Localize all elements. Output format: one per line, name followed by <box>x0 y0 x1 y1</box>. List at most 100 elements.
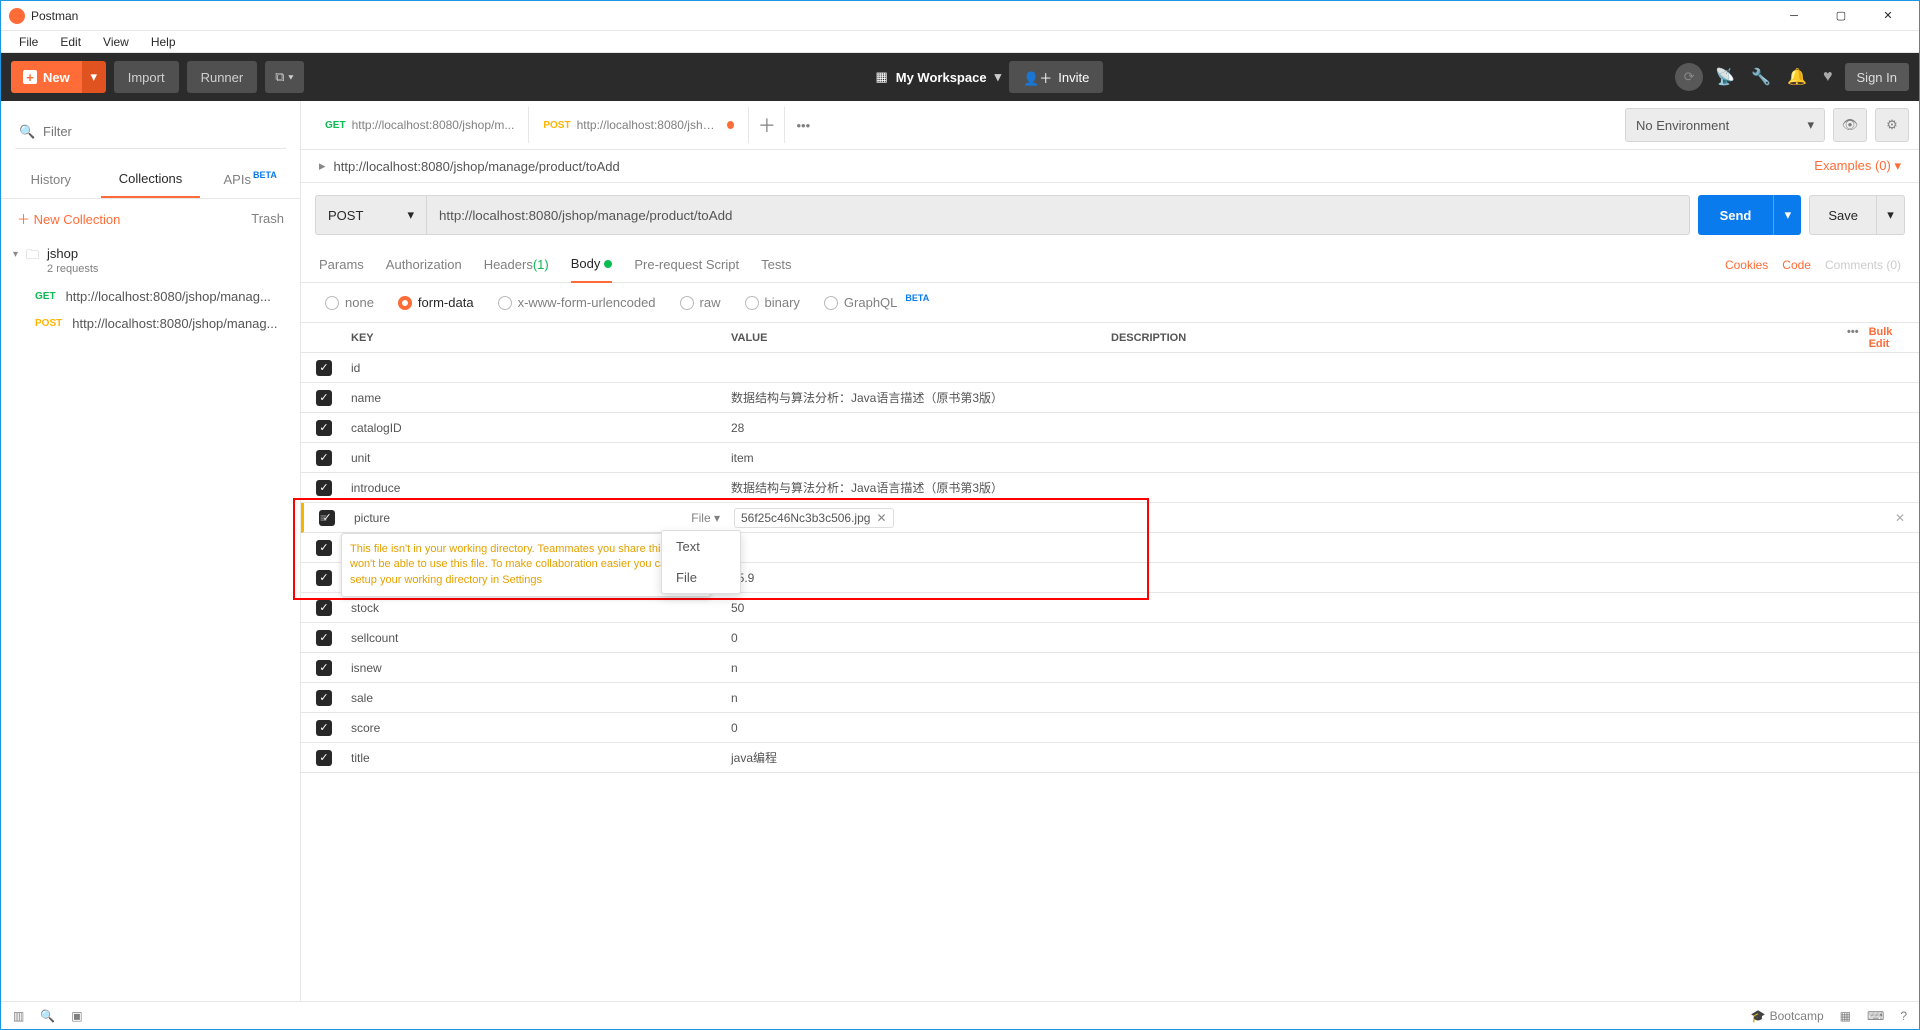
new-button-dropdown[interactable]: ▾ <box>82 61 106 93</box>
table-row[interactable]: ✓unititem <box>301 443 1919 473</box>
file-chip[interactable]: 56f25c46Nc3b3c506.jpg✕ <box>734 508 894 528</box>
row-value[interactable]: 28 <box>731 421 744 435</box>
row-value[interactable]: java编程 <box>731 751 777 765</box>
method-select[interactable]: POST ▾ <box>315 195 427 235</box>
row-value[interactable]: item <box>731 451 754 465</box>
send-button[interactable]: Send <box>1698 195 1774 235</box>
table-row[interactable]: ✓score0 <box>301 713 1919 743</box>
row-checkbox[interactable]: ✓ <box>316 390 332 406</box>
examples-link[interactable]: Examples (0) ▾ <box>1814 158 1901 174</box>
row-key[interactable]: catalogID <box>351 421 402 435</box>
table-row[interactable]: ✓ stock 50 <box>301 593 1919 623</box>
help-icon[interactable]: ? <box>1900 1009 1907 1023</box>
row-value[interactable]: n <box>731 691 738 705</box>
shortcuts-icon[interactable]: ⌨ <box>1867 1009 1884 1023</box>
bodytype-none[interactable]: none <box>325 295 374 310</box>
reqtab-prerequest[interactable]: Pre-request Script <box>634 247 739 283</box>
reqtab-tests[interactable]: Tests <box>761 247 791 283</box>
sidebar-tab-collections[interactable]: Collections <box>101 161 201 198</box>
save-button[interactable]: Save <box>1809 195 1877 235</box>
table-more-icon[interactable]: ••• <box>1847 326 1859 350</box>
cookies-link[interactable]: Cookies <box>1725 258 1768 272</box>
env-quicklook-button[interactable]: 👁 <box>1833 108 1867 142</box>
row-key[interactable]: sellcount <box>351 631 398 645</box>
row-key[interactable]: id <box>351 361 360 375</box>
bulk-edit-link[interactable]: Bulk Edit <box>1869 326 1905 350</box>
row-key[interactable]: stock <box>351 601 379 615</box>
drag-handle-icon[interactable]: ≡ <box>320 511 327 525</box>
panel-layout-icon[interactable]: ▦ <box>1840 1009 1851 1023</box>
row-checkbox[interactable]: ✓ <box>316 570 332 586</box>
tab-more-button[interactable]: ••• <box>785 118 821 133</box>
row-value[interactable]: n <box>731 661 738 675</box>
table-row[interactable]: ✓ isnew n <box>301 653 1919 683</box>
new-collection-link[interactable]: ＋ New Collection <box>17 209 120 228</box>
reqtab-params[interactable]: Params <box>319 247 364 283</box>
bodytype-formdata[interactable]: form-data <box>398 295 474 310</box>
new-button[interactable]: +New <box>11 61 82 93</box>
environment-select[interactable]: No Environment ▾ <box>1625 108 1825 142</box>
row-checkbox[interactable]: ✓ <box>316 750 332 766</box>
sidebar-tab-apis[interactable]: APIsBETA <box>200 161 300 198</box>
menu-file[interactable]: File <box>9 33 48 51</box>
table-row[interactable]: ✓ id <box>301 353 1919 383</box>
sidebar-toggle-icon[interactable]: ▥ <box>13 1009 24 1023</box>
collection-item[interactable]: ▾ 🗀 jshop 2 requests <box>1 238 300 283</box>
table-row[interactable]: ✓ sale n <box>301 683 1919 713</box>
trash-link[interactable]: Trash <box>251 211 284 226</box>
window-maximize-button[interactable]: ▢ <box>1818 2 1864 30</box>
console-icon[interactable]: ▣ <box>71 1009 82 1023</box>
row-checkbox[interactable]: ✓ <box>316 600 332 616</box>
add-tab-button[interactable]: ＋ <box>749 107 785 143</box>
window-close-button[interactable]: ✕ <box>1865 2 1911 30</box>
url-input[interactable] <box>427 195 1690 235</box>
sidebar-tab-history[interactable]: History <box>1 161 101 198</box>
row-value[interactable]: 数据结构与算法分析：Java语言描述（原书第3版） <box>731 391 1003 405</box>
row-value[interactable]: 50 <box>731 601 744 615</box>
workspace-dropdown-icon[interactable]: ▾ <box>995 69 1002 85</box>
menu-edit[interactable]: Edit <box>50 33 91 51</box>
find-icon[interactable]: 🔍 <box>40 1009 55 1023</box>
bodytype-binary[interactable]: binary <box>745 295 800 310</box>
runner-button[interactable]: Runner <box>187 61 258 93</box>
signin-button[interactable]: Sign In <box>1845 63 1909 91</box>
reqtab-body[interactable]: Body <box>571 247 613 283</box>
row-key[interactable]: score <box>351 721 380 735</box>
heart-icon[interactable]: ♥ <box>1819 64 1837 90</box>
row-checkbox[interactable]: ✓ <box>316 720 332 736</box>
send-dropdown-button[interactable]: ▾ <box>1773 195 1801 235</box>
row-checkbox[interactable]: ✓ <box>316 480 332 496</box>
request-item-get[interactable]: GET http://localhost:8080/jshop/manag... <box>1 283 300 310</box>
reqtab-headers[interactable]: Headers (1) <box>484 247 549 283</box>
row-checkbox[interactable]: ✓ <box>316 540 332 556</box>
menu-view[interactable]: View <box>93 33 139 51</box>
bodytype-urlencoded[interactable]: x-www-form-urlencoded <box>498 295 656 310</box>
dropdown-option-text[interactable]: Text <box>662 531 740 562</box>
import-button[interactable]: Import <box>114 61 179 93</box>
row-checkbox[interactable]: ✓ <box>316 360 332 376</box>
row-key[interactable]: sale <box>351 691 373 705</box>
row-checkbox[interactable]: ✓ <box>316 690 332 706</box>
env-settings-button[interactable]: ⚙ <box>1875 108 1909 142</box>
bell-icon[interactable]: 🔔 <box>1783 63 1811 91</box>
new-window-button[interactable]: ⧉ ▾ <box>265 61 303 93</box>
menu-help[interactable]: Help <box>141 33 186 51</box>
table-row[interactable]: ✓≡pictureFile ▾56f25c46Nc3b3c506.jpg✕✕ <box>301 503 1919 533</box>
table-row[interactable]: ✓catalogID28 <box>301 413 1919 443</box>
request-item-post[interactable]: POST http://localhost:8080/jshop/manag..… <box>1 310 300 337</box>
delete-row-icon[interactable]: ✕ <box>1895 511 1905 525</box>
request-tab[interactable]: GET http://localhost:8080/jshop/m... <box>311 107 529 143</box>
request-tab-active[interactable]: POST http://localhost:8080/jshop/m... <box>529 107 749 143</box>
row-key[interactable]: isnew <box>351 661 382 675</box>
reqtab-authorization[interactable]: Authorization <box>386 247 462 283</box>
sync-icon[interactable]: ⟳ <box>1675 63 1703 91</box>
filter-input[interactable] <box>15 115 286 149</box>
row-checkbox[interactable]: ✓ <box>316 630 332 646</box>
row-value[interactable]: 0 <box>731 631 738 645</box>
row-checkbox[interactable]: ✓ <box>316 660 332 676</box>
wrench-icon[interactable]: 🔧 <box>1747 63 1775 91</box>
remove-file-icon[interactable]: ✕ <box>876 511 886 525</box>
row-checkbox[interactable]: ✓ <box>316 450 332 466</box>
table-row[interactable]: ✓introduce数据结构与算法分析：Java语言描述（原书第3版） <box>301 473 1919 503</box>
workspace-name[interactable]: My Workspace <box>896 70 987 85</box>
